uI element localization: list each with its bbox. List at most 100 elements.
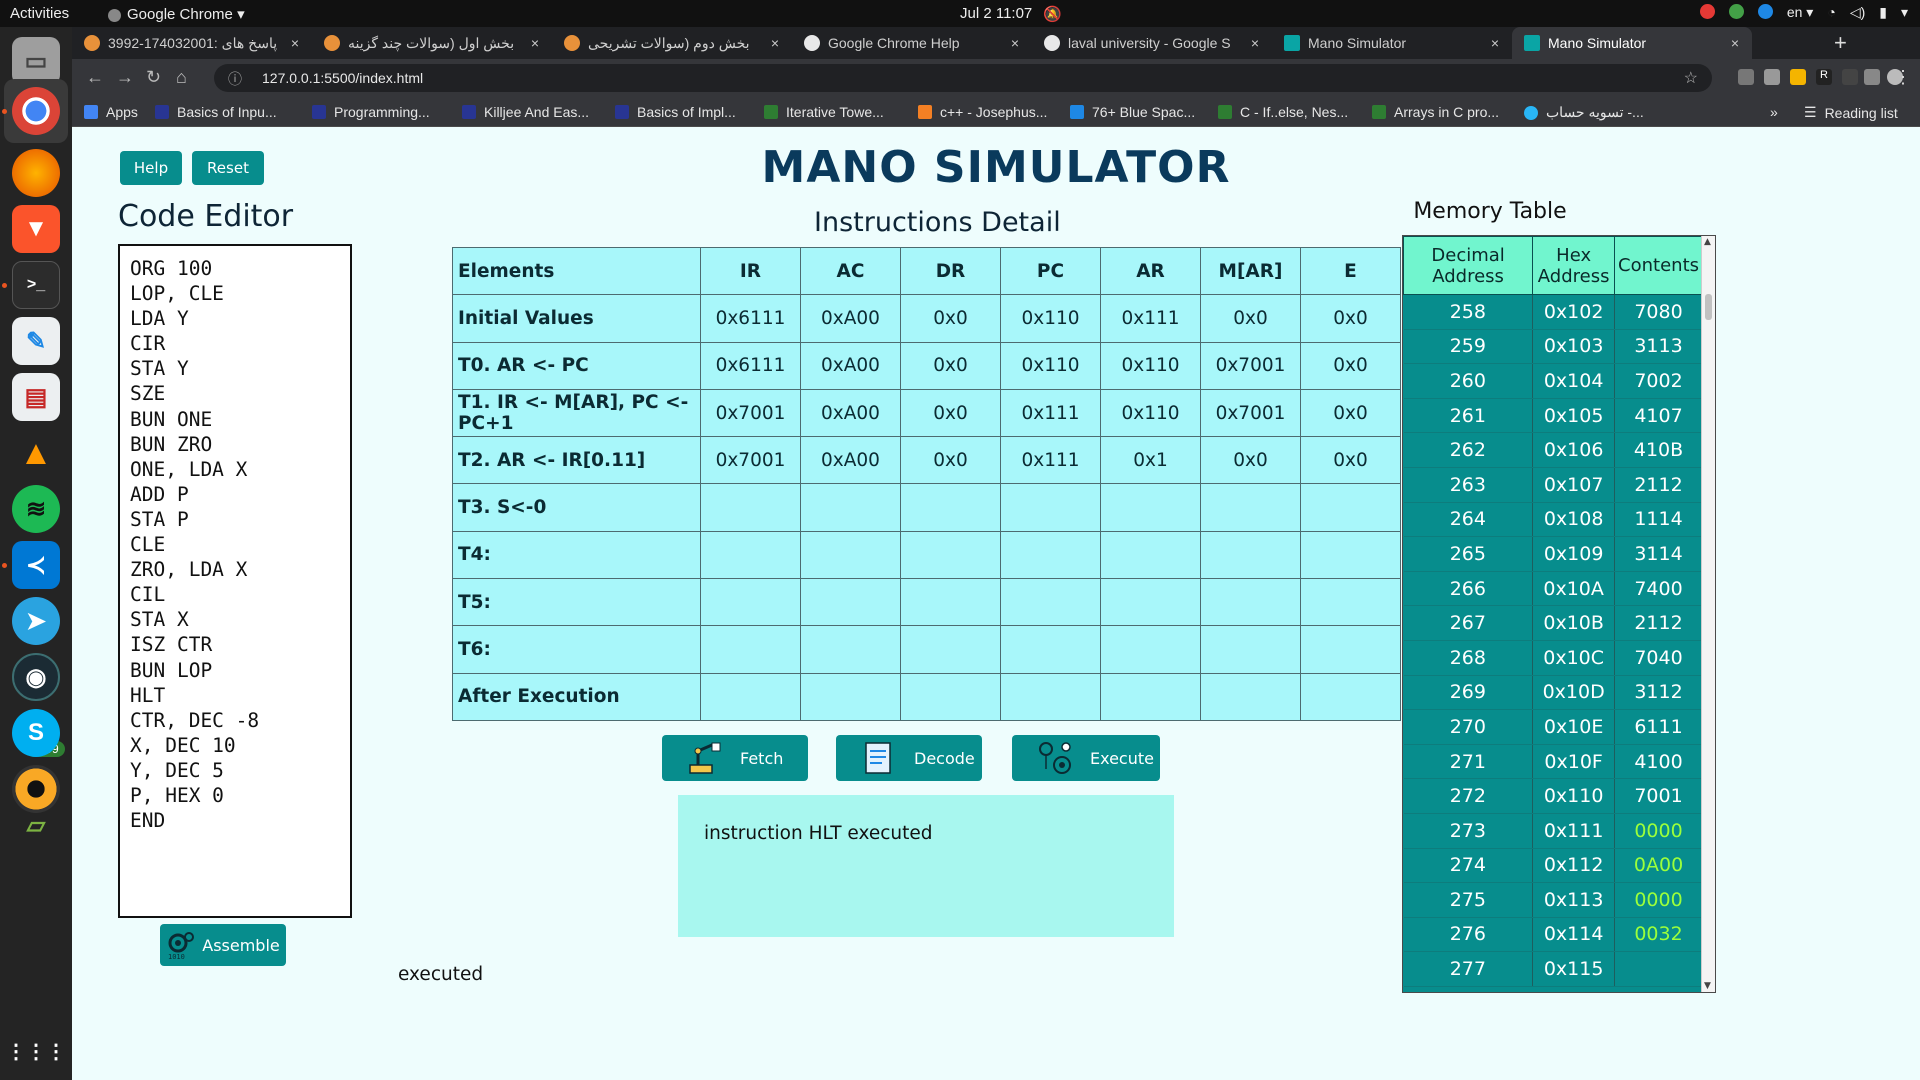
extension-icon[interactable] <box>1790 69 1806 85</box>
tab-forms-answers[interactable]: پاسخ های :174032001-3992 × <box>72 27 312 59</box>
bluetooth-icon[interactable] <box>1757 4 1773 19</box>
vscode-icon[interactable]: ≺ <box>12 541 60 589</box>
bookmark-label: C - If..else, Nes... <box>1240 104 1349 120</box>
table-row: 258 0x102 7080 <box>1403 294 1703 330</box>
close-tab-icon[interactable]: × <box>526 35 544 51</box>
status-text: executed <box>398 964 484 985</box>
tab-laval-search[interactable]: laval university - Google S × <box>1032 27 1272 59</box>
bookmark-item[interactable]: c++ - Josephus... <box>918 104 1047 120</box>
scroll-down-arrow-icon[interactable]: ▼ <box>1704 981 1711 991</box>
bookmark-item[interactable]: Killjee And Eas... <box>462 104 589 120</box>
forward-icon[interactable]: → <box>116 67 134 88</box>
extensions-puzzle-icon[interactable] <box>1864 69 1880 85</box>
bookmark-item[interactable]: Iterative Towe... <box>764 104 884 120</box>
close-tab-icon[interactable]: × <box>1246 35 1264 51</box>
fetch-button[interactable]: Fetch <box>662 735 808 781</box>
system-menu-caret-icon[interactable]: ▾ <box>1901 4 1908 21</box>
tray-app-icon[interactable] <box>1699 4 1715 19</box>
keyboard-language[interactable]: en ▾ <box>1787 4 1814 21</box>
extension-icon[interactable] <box>1738 69 1754 85</box>
cell <box>1100 530 1201 580</box>
url-text: 127.0.0.1:5500/index.html <box>262 70 424 86</box>
hex-address: 0x106 <box>1532 432 1616 468</box>
home-icon[interactable]: ⌂ <box>176 67 187 88</box>
bookmark-item[interactable]: C - If..else, Nes... <box>1218 104 1348 120</box>
spotify-icon[interactable]: ≋ <box>12 485 60 533</box>
more-bookmarks-button[interactable]: » <box>1770 104 1778 120</box>
tab-chrome-help[interactable]: Google Chrome Help × <box>792 27 1032 59</box>
tab-mano-simulator[interactable]: Mano Simulator × <box>1272 27 1512 59</box>
chrome-menu-icon[interactable]: ⋮ <box>1894 67 1912 88</box>
network-icon[interactable]: ◔ <box>1827 4 1835 21</box>
bookmark-item[interactable]: Programming... <box>312 104 430 120</box>
close-tab-icon[interactable]: × <box>766 35 784 51</box>
brave-icon[interactable]: ▼ <box>12 205 60 253</box>
rhythmbox-icon[interactable] <box>12 765 60 813</box>
activities-button[interactable]: Activities <box>10 5 69 22</box>
tab-section-one[interactable]: بخش اول (سوالات چند گزینه × <box>312 27 552 59</box>
app-icon[interactable]: ▱ <box>12 812 60 839</box>
table-row: 260 0x104 7002 <box>1403 363 1703 399</box>
text-editor-icon[interactable]: ✎ <box>12 317 60 365</box>
close-tab-icon[interactable]: × <box>286 35 304 51</box>
terminal-icon[interactable]: >_ <box>12 261 60 309</box>
site-info-icon[interactable]: ⓘ <box>228 69 242 89</box>
memory-scrollbar[interactable]: ▲ ▼ <box>1701 236 1715 992</box>
table-row: 262 0x106 410B <box>1403 432 1703 468</box>
bookmark-apps[interactable]: Apps <box>84 104 138 120</box>
row-label: T5: <box>452 578 701 627</box>
telegram-icon[interactable]: ➤ <box>12 597 60 645</box>
scrollbar-thumb[interactable] <box>1705 294 1712 320</box>
cell: 0x111 <box>1000 436 1101 485</box>
volume-icon[interactable]: ◁) <box>1850 4 1865 21</box>
extension-icon[interactable] <box>1764 69 1780 85</box>
memory-contents: 7400 <box>1614 571 1703 607</box>
gitkraken-icon[interactable]: ◉ <box>12 653 60 701</box>
skype-icon[interactable]: S <box>12 709 60 757</box>
address-bar[interactable]: ⓘ 127.0.0.1:5500/index.html ☆ <box>214 64 1712 92</box>
decode-button[interactable]: Decode <box>836 735 982 781</box>
extension-icon[interactable] <box>1842 69 1858 85</box>
tray-shield-icon[interactable] <box>1728 4 1744 19</box>
vlc-icon[interactable]: ▲ <box>12 429 60 477</box>
clock[interactable]: Jul 2 11:07 <box>960 5 1032 22</box>
row-label: Initial Values <box>452 294 701 343</box>
bookmark-star-icon[interactable]: ☆ <box>1684 68 1698 88</box>
bookmark-item[interactable]: 76+ Blue Spac... <box>1070 104 1195 120</box>
reading-list-button[interactable]: ☰ Reading list <box>1804 104 1898 121</box>
new-tab-button[interactable]: + <box>1834 30 1847 56</box>
firefox-icon[interactable] <box>12 149 60 197</box>
assemble-button[interactable]: 1010 Assemble <box>160 924 286 966</box>
show-applications-icon[interactable]: ⋮⋮⋮ <box>6 1027 66 1075</box>
execute-button[interactable]: Execute <box>1012 735 1160 781</box>
battery-icon[interactable]: ▮ <box>1879 4 1887 21</box>
reload-icon[interactable]: ↻ <box>146 67 161 88</box>
back-icon[interactable]: ← <box>86 67 104 88</box>
memory-contents: 4100 <box>1614 744 1703 780</box>
code-editor[interactable]: ORG 100 LOP, CLE LDA Y CIR STA Y SZE BUN… <box>118 244 352 918</box>
app-menu[interactable]: Google Chrome ▾ <box>108 5 245 23</box>
close-tab-icon[interactable]: × <box>1006 35 1024 51</box>
star-icon <box>1070 105 1084 119</box>
cell <box>1100 625 1201 674</box>
chrome-icon[interactable] <box>12 87 60 135</box>
hex-address: 0x114 <box>1532 917 1616 953</box>
files-icon[interactable]: ▭ <box>12 37 60 85</box>
cell <box>700 483 801 532</box>
bookmark-item[interactable]: Arrays in C pro... <box>1372 104 1499 120</box>
cell: 0x0 <box>1200 436 1301 485</box>
document-viewer-icon[interactable]: ▤ <box>12 373 60 421</box>
tab-mano-simulator-active[interactable]: Mano Simulator × <box>1512 27 1752 59</box>
scroll-up-arrow-icon[interactable]: ▲ <box>1704 237 1711 247</box>
decimal-address: 260 <box>1403 363 1534 399</box>
cell: 0x0 <box>1300 341 1401 390</box>
row-label: T6: <box>452 625 701 674</box>
tab-section-two[interactable]: بخش دوم (سوالات تشریحی × <box>552 27 792 59</box>
memory-table-container[interactable]: Decimal Address Hex Address Contents 258… <box>1402 235 1716 993</box>
bookmark-item[interactable]: Basics of Impl... <box>615 104 736 120</box>
bookmark-item[interactable]: تسویه حساب -... <box>1524 104 1644 121</box>
close-tab-icon[interactable]: × <box>1486 35 1504 51</box>
bookmark-item[interactable]: Basics of Inpu... <box>155 104 277 120</box>
close-tab-icon[interactable]: × <box>1726 35 1744 51</box>
extension-icon[interactable]: R <box>1816 69 1832 85</box>
